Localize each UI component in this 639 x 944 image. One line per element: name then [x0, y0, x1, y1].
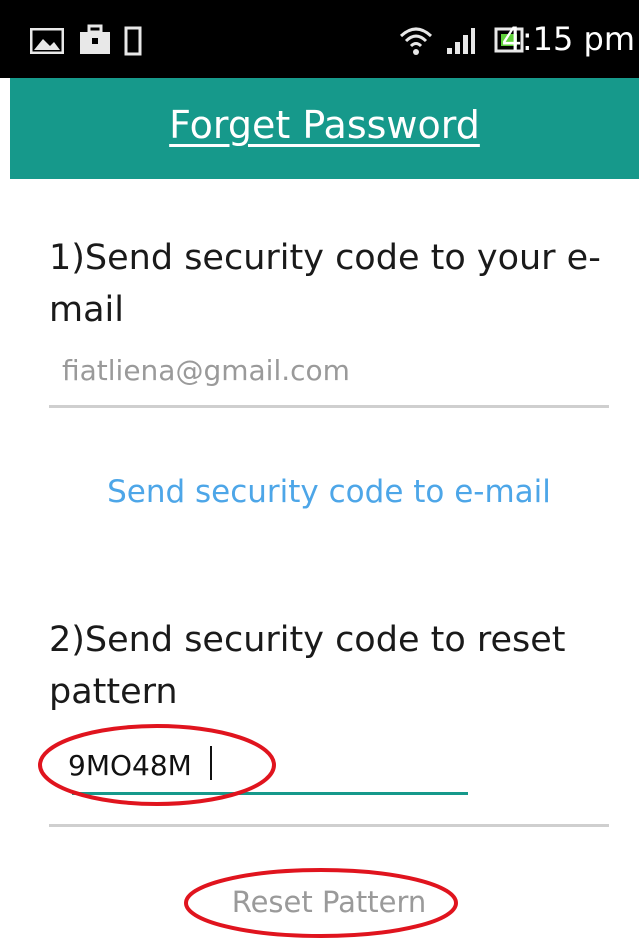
- email-section-heading: 1)Send security code to your e-mail: [49, 238, 601, 330]
- clock: 4:15 pm: [501, 20, 635, 58]
- status-bar: 4:15 pm: [0, 0, 639, 78]
- page-title: Forget Password: [169, 103, 480, 147]
- toolbar: Forget Password: [10, 78, 639, 179]
- email-field[interactable]: [50, 340, 621, 400]
- reset-pattern-button[interactable]: Reset Pattern: [49, 878, 609, 926]
- email-divider: [49, 405, 609, 408]
- reset-section-heading: 2)Send security code to reset pattern: [49, 620, 566, 712]
- signal-icon: [447, 28, 475, 54]
- phone-outline-icon: [124, 26, 142, 56]
- text-cursor: [210, 746, 212, 780]
- wifi-icon: [399, 27, 433, 55]
- security-code-field[interactable]: [68, 740, 458, 790]
- reset-divider: [49, 824, 609, 827]
- security-code-underline: [72, 792, 468, 795]
- send-security-code-button[interactable]: Send security code to e-mail: [49, 466, 609, 518]
- briefcase-icon: [80, 24, 110, 54]
- picture-icon: [30, 28, 64, 54]
